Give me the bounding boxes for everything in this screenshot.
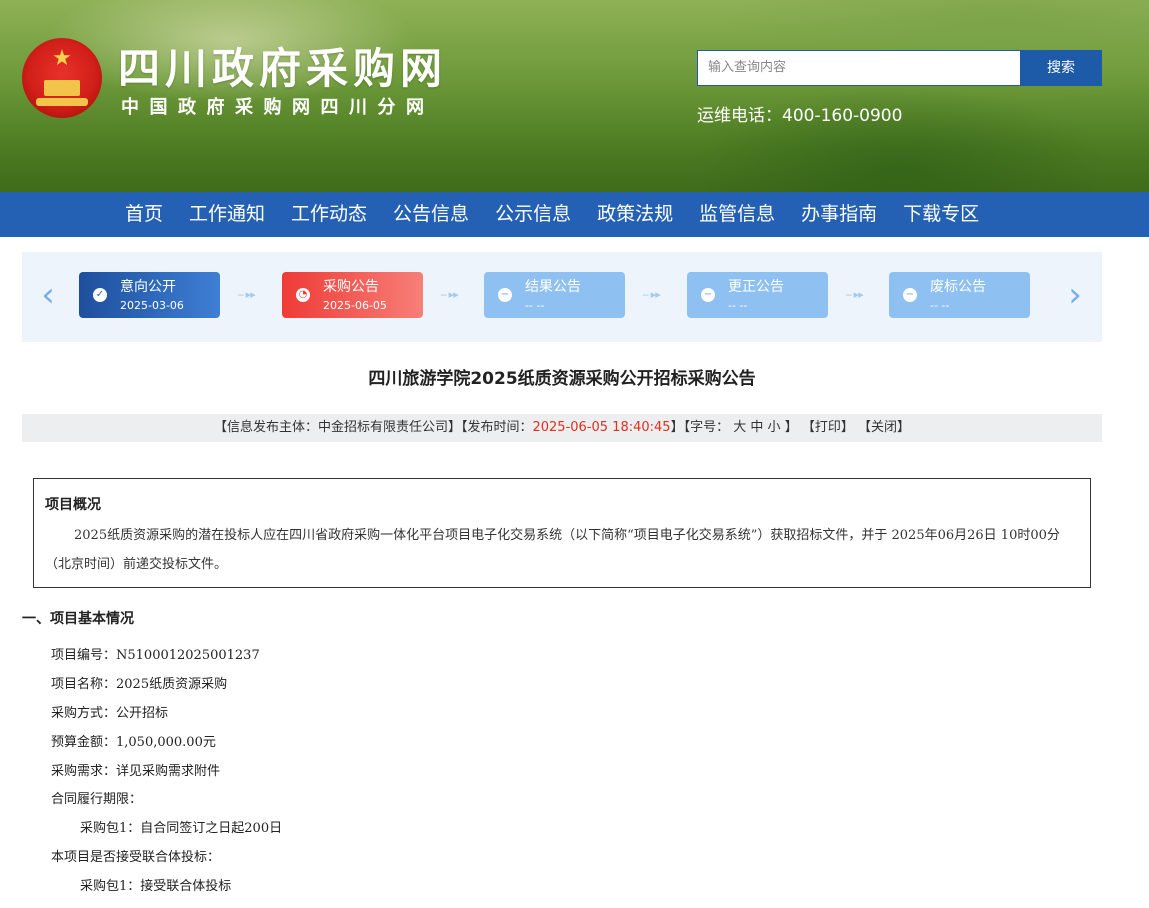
font-size-large-link[interactable]: 大: [733, 420, 746, 435]
chevron-left-icon[interactable]: ‹: [38, 278, 58, 314]
overview-title: 项目概况: [45, 497, 101, 513]
font-size-medium-link[interactable]: 中: [750, 420, 763, 435]
national-emblem-icon: ★: [22, 38, 102, 118]
nav-item-downloads[interactable]: 下载专区: [890, 192, 992, 237]
nav-item-home[interactable]: 首页: [112, 192, 176, 237]
project-overview-box: 项目概况 2025纸质资源采购的潜在投标人应在四川省政府采购一体化平台项目电子化…: [33, 478, 1091, 588]
nav-item-work-notice[interactable]: 工作通知: [176, 192, 278, 237]
minus-icon: −: [701, 288, 715, 302]
article-title: 四川旅游学院2025纸质资源采购公开招标采购公告: [368, 369, 756, 389]
step-connector-icon: -- ▸▸: [845, 288, 863, 301]
step-cancellation-notice[interactable]: − 废标公告 -- --: [889, 272, 1030, 318]
procurement-requirement: 采购需求：详见采购需求附件: [51, 764, 221, 779]
step-intent-public[interactable]: ✓ 意向公开 2025-03-06: [79, 272, 220, 318]
clock-icon: ◔: [296, 288, 310, 302]
site-title: 四川政府采购网: [118, 44, 448, 93]
search-input[interactable]: 输入查询内容: [697, 50, 1021, 86]
step-connector-icon: -- ▸▸: [237, 288, 255, 301]
main-nav: 首页 工作通知 工作动态 公告信息 公示信息 政策法规 监管信息 办事指南 下载…: [0, 192, 1149, 237]
publisher-info: 【信息发布主体：中金招标有限责任公司】【发布时间：: [213, 420, 533, 435]
step-date: -- --: [525, 299, 545, 312]
hotline-text: 运维电话：400-160-0900: [697, 106, 903, 126]
consortium-bidding-label: 本项目是否接受联合体投标：: [51, 850, 221, 865]
step-label: 更正公告: [728, 279, 784, 295]
step-procurement-notice[interactable]: ◔ 采购公告 2025-06-05: [282, 272, 423, 318]
print-link[interactable]: 【打印】: [802, 420, 854, 435]
nav-item-policies[interactable]: 政策法规: [584, 192, 686, 237]
nav-item-guide[interactable]: 办事指南: [788, 192, 890, 237]
chevron-right-icon[interactable]: ›: [1065, 278, 1085, 314]
close-link[interactable]: 【关闭】: [858, 420, 910, 435]
step-label: 结果公告: [525, 279, 581, 295]
step-connector-icon: -- ▸▸: [440, 288, 458, 301]
minus-icon: −: [903, 288, 917, 302]
header-banner: ★ 四川政府采购网 中国政府采购网四川分网 输入查询内容 搜索 运维电话：400…: [0, 0, 1149, 192]
section-title-basic-info: 一、项目基本情况: [22, 611, 134, 627]
consortium-bidding-package1: 采购包1：接受联合体投标: [80, 879, 232, 894]
step-date: -- --: [728, 299, 748, 312]
search-button[interactable]: 搜索: [1020, 50, 1102, 86]
site-subtitle: 中国政府采购网四川分网: [121, 97, 435, 118]
project-number: 项目编号：N5100012025001237: [51, 648, 260, 663]
step-connector-icon: -- ▸▸: [642, 288, 660, 301]
overview-text: 2025纸质资源采购的潜在投标人应在四川省政府采购一体化平台项目电子化交易系统（…: [45, 528, 1060, 572]
nav-item-announcements[interactable]: 公告信息: [380, 192, 482, 237]
font-size-suffix: 】: [784, 420, 798, 435]
process-stepper: ‹ ✓ 意向公开 2025-03-06 -- ▸▸ ◔ 采购公告 2025-06…: [22, 252, 1102, 342]
budget-amount: 预算金额：1,050,000.00元: [51, 735, 216, 750]
article-meta-bar: 【信息发布主体：中金招标有限责任公司】【发布时间：2025-06-05 18:4…: [22, 414, 1102, 442]
step-label: 采购公告: [323, 279, 379, 295]
procurement-method: 采购方式：公开招标: [51, 706, 169, 721]
contract-period-package1: 采购包1：自合同签订之日起200日: [80, 821, 283, 836]
step-label: 意向公开: [120, 279, 176, 295]
step-date: -- --: [930, 299, 950, 312]
nav-item-work-news[interactable]: 工作动态: [278, 192, 380, 237]
font-size-small-link[interactable]: 小: [768, 420, 781, 435]
font-size-label: 】【字号：: [670, 420, 730, 435]
step-correction-notice[interactable]: − 更正公告 -- --: [687, 272, 828, 318]
step-label: 废标公告: [930, 279, 986, 295]
publish-time: 2025-06-05 18:40:45: [532, 420, 671, 435]
project-name: 项目名称：2025纸质资源采购: [51, 677, 228, 692]
step-date: 2025-03-06: [120, 299, 184, 312]
step-date: 2025-06-05: [323, 299, 387, 312]
check-icon: ✓: [93, 288, 107, 302]
minus-icon: −: [498, 288, 512, 302]
step-result-notice[interactable]: − 结果公告 -- --: [484, 272, 625, 318]
nav-item-supervision[interactable]: 监管信息: [686, 192, 788, 237]
nav-item-publicity[interactable]: 公示信息: [482, 192, 584, 237]
contract-period-label: 合同履行期限：: [51, 792, 143, 807]
